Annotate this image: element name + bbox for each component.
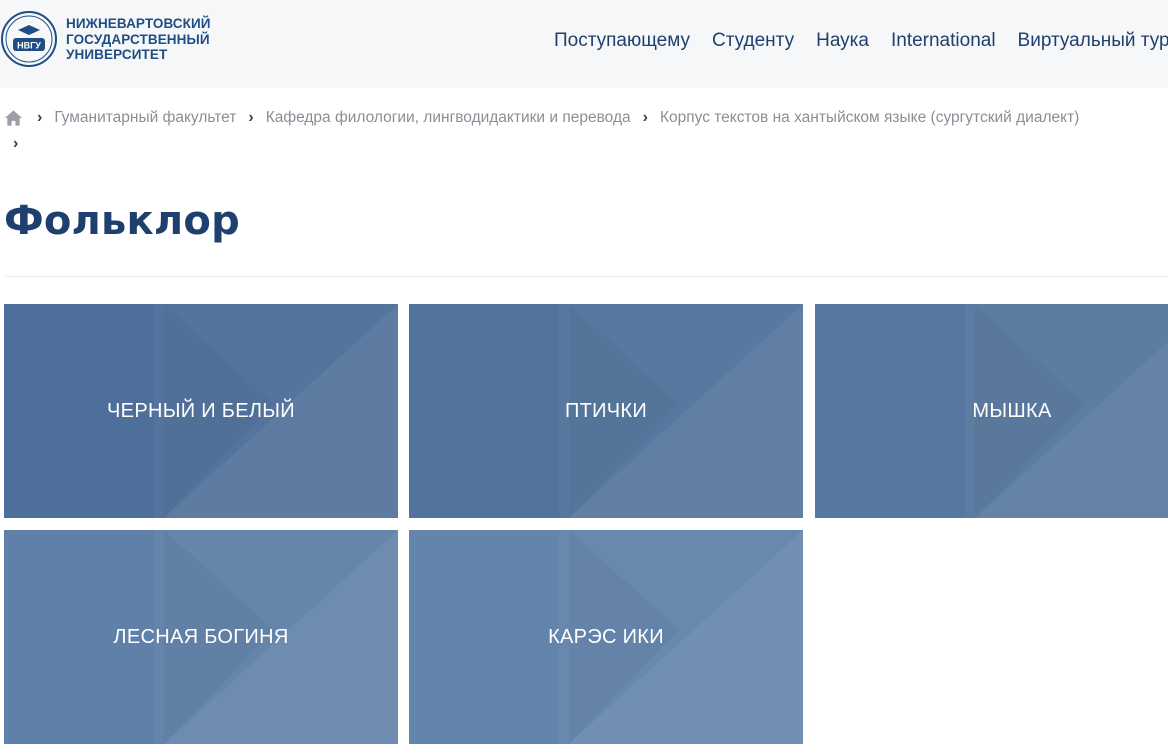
- nav-item-applicants[interactable]: Поступающему: [554, 29, 690, 53]
- tile-label: КАРЭС ИКИ: [548, 625, 664, 648]
- university-logo-icon[interactable]: НВГУ: [0, 8, 60, 70]
- folklore-tile-kares-iki[interactable]: КАРЭС ИКИ: [409, 530, 803, 744]
- university-name-line: НИЖНЕВАРТОВСКИЙ: [66, 16, 211, 31]
- breadcrumb: › Гуманитарный факультет › Кафедра филол…: [4, 107, 1168, 152]
- university-name-line: ГОСУДАРСТВЕННЫЙ: [66, 31, 210, 47]
- main-nav: Поступающему Студенту Наука Internationa…: [554, 29, 1168, 53]
- folklore-tile-birds[interactable]: ПТИЧКИ: [409, 304, 803, 518]
- tile-label: ЛЕСНАЯ БОГИНЯ: [113, 625, 289, 648]
- breadcrumb-separator: ›: [642, 109, 648, 126]
- breadcrumb-separator: ›: [13, 135, 19, 152]
- breadcrumb-separator: ›: [248, 109, 254, 126]
- tile-label: ПТИЧКИ: [564, 399, 648, 422]
- title-divider: [4, 276, 1168, 277]
- university-name-line: УНИВЕРСИТЕТ: [66, 47, 168, 62]
- site-header: НВГУ НИЖНЕВАРТОВСКИЙ ГОСУДАРСТВЕННЫЙ УНИ…: [0, 0, 1168, 88]
- university-name[interactable]: НИЖНЕВАРТОВСКИЙ ГОСУДАРСТВЕННЫЙ УНИВЕРСИ…: [66, 16, 211, 63]
- folklore-tile-forest-goddess[interactable]: ЛЕСНАЯ БОГИНЯ: [4, 530, 398, 744]
- breadcrumb-separator: ›: [37, 109, 43, 126]
- page-title: Фольклор: [4, 198, 240, 244]
- breadcrumb-item-corpus[interactable]: Корпус текстов на хантыйском языке (сург…: [660, 107, 1079, 129]
- nav-item-science[interactable]: Наука: [816, 29, 869, 53]
- tile-label: ЧЕРНЫЙ И БЕЛЫЙ: [107, 399, 295, 422]
- tile-label: МЫШКА: [972, 399, 1052, 422]
- breadcrumb-item-faculty[interactable]: Гуманитарный факультет: [54, 107, 236, 129]
- logo-emblem-text: НВГУ: [17, 41, 41, 51]
- home-icon[interactable]: [4, 109, 23, 127]
- folklore-tile-mouse[interactable]: МЫШКА: [815, 304, 1168, 518]
- folklore-tile-black-and-white[interactable]: ЧЕРНЫЙ И БЕЛЫЙ: [4, 304, 398, 518]
- breadcrumb-item-department[interactable]: Кафедра филологии, лингводидактики и пер…: [266, 107, 631, 129]
- nav-item-students[interactable]: Студенту: [712, 29, 794, 53]
- nav-item-virtual-tour[interactable]: Виртуальный тур: [1018, 29, 1168, 53]
- nav-item-international[interactable]: International: [891, 29, 996, 53]
